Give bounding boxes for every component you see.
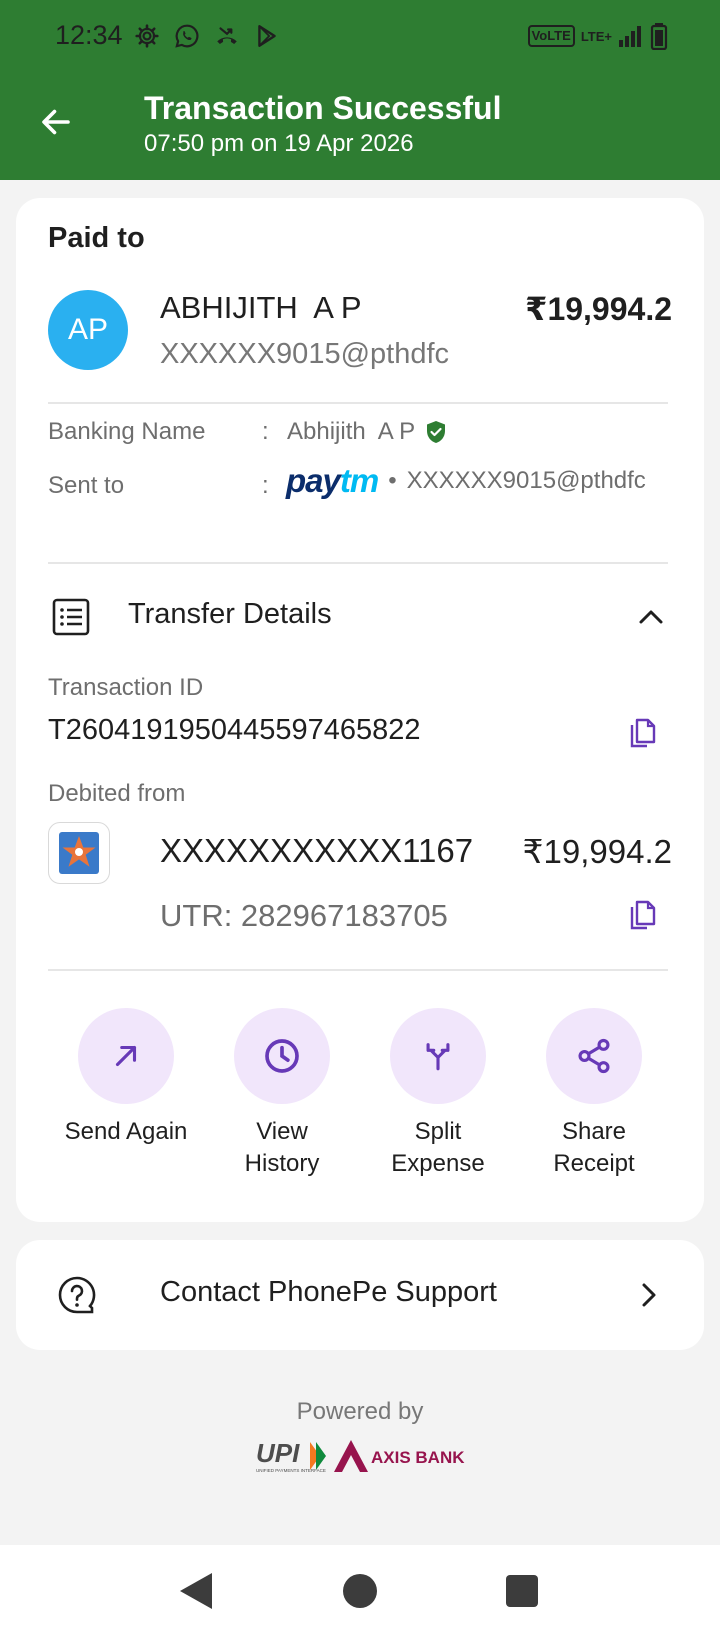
system-navigation-bar <box>0 1545 720 1640</box>
send-again-icon-bg[interactable] <box>78 1008 174 1104</box>
share-receipt-button[interactable]: Share Receipt <box>516 1008 672 1180</box>
partner-logos: UPI UNIFIED PAYMENTS INTERFACE AXIS BANK <box>254 1436 466 1476</box>
powered-by-text: Powered by <box>296 1398 424 1425</box>
debit-account-number: XXXXXXXXXXX1167 <box>160 832 474 869</box>
debited-amount: ₹19,994.2 <box>522 833 672 870</box>
share-icon <box>578 1038 610 1074</box>
sent-to-colon: : <box>262 472 269 499</box>
upi-logo: UPI UNIFIED PAYMENTS INTERFACE <box>256 1438 326 1473</box>
share-receipt-icon-bg[interactable] <box>546 1008 642 1104</box>
divider <box>48 402 668 404</box>
paid-amount: ₹19,994.2 <box>525 291 672 327</box>
axis-bank-logo: AXIS BANK <box>334 1440 465 1472</box>
receipt-list-icon <box>52 598 90 636</box>
divider <box>48 562 668 564</box>
contact-support-label: Contact PhonePe Support <box>160 1276 497 1308</box>
verified-shield-icon <box>427 421 446 443</box>
copy-icon[interactable] <box>628 898 658 930</box>
paid-to-heading: Paid to <box>48 222 145 254</box>
network-type: LTE+ <box>580 28 612 44</box>
split-expense-icon-bg[interactable] <box>390 1008 486 1104</box>
upi-tagline: UNIFIED PAYMENTS INTERFACE <box>256 1468 326 1473</box>
utr-number: UTR: 282967183705 <box>160 898 448 933</box>
avatar: AP <box>48 290 128 370</box>
payee-vpa: XXXXXX9015@pthdfc <box>160 338 450 370</box>
sent-to-value-group: paytm • XXXXXX9015@pthdfc <box>286 462 646 500</box>
banking-name-colon: : <box>262 418 269 445</box>
transaction-timestamp: 07:50 pm on 19 Apr 2026 <box>144 130 414 157</box>
sent-to-separator: • <box>388 467 397 494</box>
chevron-up-icon[interactable] <box>636 602 666 632</box>
transfer-details-toggle[interactable]: Transfer Details <box>128 598 332 631</box>
avatar-initials: AP <box>67 313 109 346</box>
upi-logo-text: UPI <box>256 1438 300 1468</box>
axis-bank-text: AXIS BANK <box>371 1448 465 1467</box>
view-history-label: View History <box>244 1118 320 1177</box>
contact-support-row[interactable]: Contact PhonePe Support <box>16 1240 704 1350</box>
battery-icon <box>650 23 668 50</box>
chevron-right-icon <box>642 1283 656 1307</box>
send-again-label: Send Again <box>64 1118 188 1145</box>
arrow-up-right-icon <box>115 1045 137 1067</box>
transaction-id-label: Transaction ID <box>48 674 204 701</box>
transaction-id: T2604191950445597465822 <box>48 714 421 746</box>
status-bar: 12:34 VoLTE LTE+ <box>0 0 720 74</box>
status-icons-left <box>133 22 281 50</box>
split-expense-label: Split Expense <box>391 1118 485 1177</box>
divider <box>48 969 668 971</box>
view-history-button[interactable]: View History <box>204 1008 360 1180</box>
sent-to-label: Sent to <box>48 472 125 499</box>
nav-back-icon[interactable] <box>172 1567 220 1615</box>
banking-name-value: Abhijith A P <box>287 418 416 445</box>
transaction-card: Paid to AP ABHIJITH A P XXXXXX9015@pthdf… <box>16 198 704 1222</box>
status-time: 12:34 <box>55 20 123 50</box>
missed-call-icon <box>213 22 241 50</box>
split-icon <box>426 1043 450 1071</box>
play-store-icon <box>253 22 281 50</box>
send-again-button[interactable]: Send Again <box>48 1008 204 1180</box>
copy-icon[interactable] <box>628 716 658 748</box>
nav-home-icon[interactable] <box>336 1567 384 1615</box>
payee-name: ABHIJITH A P <box>160 290 362 325</box>
back-arrow-icon[interactable] <box>38 104 74 140</box>
banking-name-label: Banking Name <box>48 418 206 445</box>
help-question-icon <box>58 1276 96 1314</box>
bank-logo-icon <box>48 822 110 884</box>
nav-recents-icon[interactable] <box>498 1567 546 1615</box>
split-expense-button[interactable]: Split Expense <box>360 1008 516 1180</box>
paytm-logo: paytm <box>286 462 379 499</box>
page-title: Transaction Successful <box>144 90 502 126</box>
gear-icon <box>133 22 161 50</box>
header-bar: 12:34 VoLTE LTE+ Transaction Successful … <box>0 0 720 180</box>
sent-to-vpa: XXXXXX9015@pthdfc <box>406 467 646 494</box>
clock-icon <box>265 1039 299 1073</box>
action-buttons: Send Again View History Split Expense Sh… <box>48 1008 672 1180</box>
debited-from-label: Debited from <box>48 780 186 807</box>
upi-axis-logo: UPI UNIFIED PAYMENTS INTERFACE AXIS BANK <box>256 1438 465 1473</box>
whatsapp-icon <box>173 22 201 50</box>
status-icons-right: VoLTE LTE+ <box>527 22 668 50</box>
banking-name-value-group: Abhijith A P <box>287 418 447 446</box>
share-receipt-label: Share Receipt <box>553 1118 635 1177</box>
view-history-icon-bg[interactable] <box>234 1008 330 1104</box>
volte-indicator: VoLTE <box>527 25 575 47</box>
signal-icon <box>619 26 641 47</box>
